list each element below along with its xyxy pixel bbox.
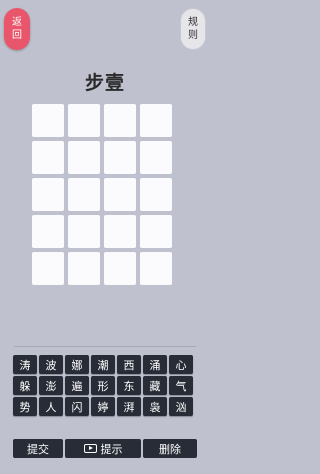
back-label-2: 回	[12, 30, 22, 41]
back-label-1: 返	[12, 17, 22, 28]
answer-cell[interactable]	[140, 141, 172, 174]
letter-tile[interactable]: 势	[13, 397, 37, 416]
hint-label: 提示	[100, 442, 123, 456]
letter-tile[interactable]: 袅	[143, 397, 167, 416]
letter-tile[interactable]: 波	[39, 355, 63, 374]
letter-tile[interactable]: 西	[117, 355, 141, 374]
answer-cell[interactable]	[68, 141, 100, 174]
rules-label-2: 则	[188, 30, 198, 41]
answer-cell[interactable]	[104, 178, 136, 211]
answer-cell[interactable]	[104, 104, 136, 137]
submit-label: 提交	[27, 442, 49, 456]
action-bar: 提交 提示 删除	[13, 439, 197, 458]
letter-tile[interactable]: 人	[39, 397, 63, 416]
answer-cell[interactable]	[104, 215, 136, 248]
answer-cell[interactable]	[104, 141, 136, 174]
letter-tile[interactable]: 闪	[65, 397, 89, 416]
answer-cell[interactable]	[32, 141, 64, 174]
submit-button[interactable]: 提交	[13, 439, 63, 458]
letter-tile[interactable]: 东	[117, 376, 141, 395]
puzzle-title: 步壹	[84, 72, 125, 94]
answer-cell[interactable]	[140, 178, 172, 211]
answer-cell[interactable]	[32, 104, 64, 137]
answer-cell[interactable]	[68, 178, 100, 211]
letter-tile[interactable]: 汹	[169, 397, 193, 416]
letter-tile[interactable]: 遍	[65, 376, 89, 395]
letter-tile[interactable]: 娜	[65, 355, 89, 374]
letter-tile[interactable]: 心	[169, 355, 193, 374]
rules-button[interactable]: 规 则	[180, 8, 206, 50]
back-button[interactable]: 返 回	[4, 8, 30, 50]
answer-cell[interactable]	[32, 215, 64, 248]
answer-cell[interactable]	[140, 215, 172, 248]
delete-button[interactable]: 删除	[143, 439, 197, 458]
letter-tile[interactable]: 涛	[13, 355, 37, 374]
tile-board: 涛波娜潮西涌心躲澎遍形东藏气势人闪婷湃袅汹	[13, 355, 197, 416]
answer-grid	[32, 104, 177, 285]
letter-tile[interactable]: 潮	[91, 355, 115, 374]
divider	[14, 346, 196, 347]
rules-label-1: 规	[188, 17, 198, 28]
letter-tile[interactable]: 气	[169, 376, 193, 395]
letter-tile[interactable]: 澎	[39, 376, 63, 395]
answer-cell[interactable]	[32, 178, 64, 211]
letter-tile[interactable]: 躲	[13, 376, 37, 395]
answer-cell[interactable]	[104, 252, 136, 285]
letter-tile[interactable]: 涌	[143, 355, 167, 374]
answer-cell[interactable]	[68, 252, 100, 285]
answer-cell[interactable]	[32, 252, 64, 285]
letter-tile[interactable]: 婷	[91, 397, 115, 416]
answer-cell[interactable]	[140, 252, 172, 285]
answer-cell[interactable]	[68, 104, 100, 137]
hint-button[interactable]: 提示	[65, 439, 141, 458]
letter-tile[interactable]: 湃	[117, 397, 141, 416]
answer-cell[interactable]	[140, 104, 172, 137]
delete-label: 删除	[159, 442, 181, 456]
video-play-icon	[83, 444, 97, 453]
letter-tile[interactable]: 藏	[143, 376, 167, 395]
answer-cell[interactable]	[68, 215, 100, 248]
letter-tile[interactable]: 形	[91, 376, 115, 395]
